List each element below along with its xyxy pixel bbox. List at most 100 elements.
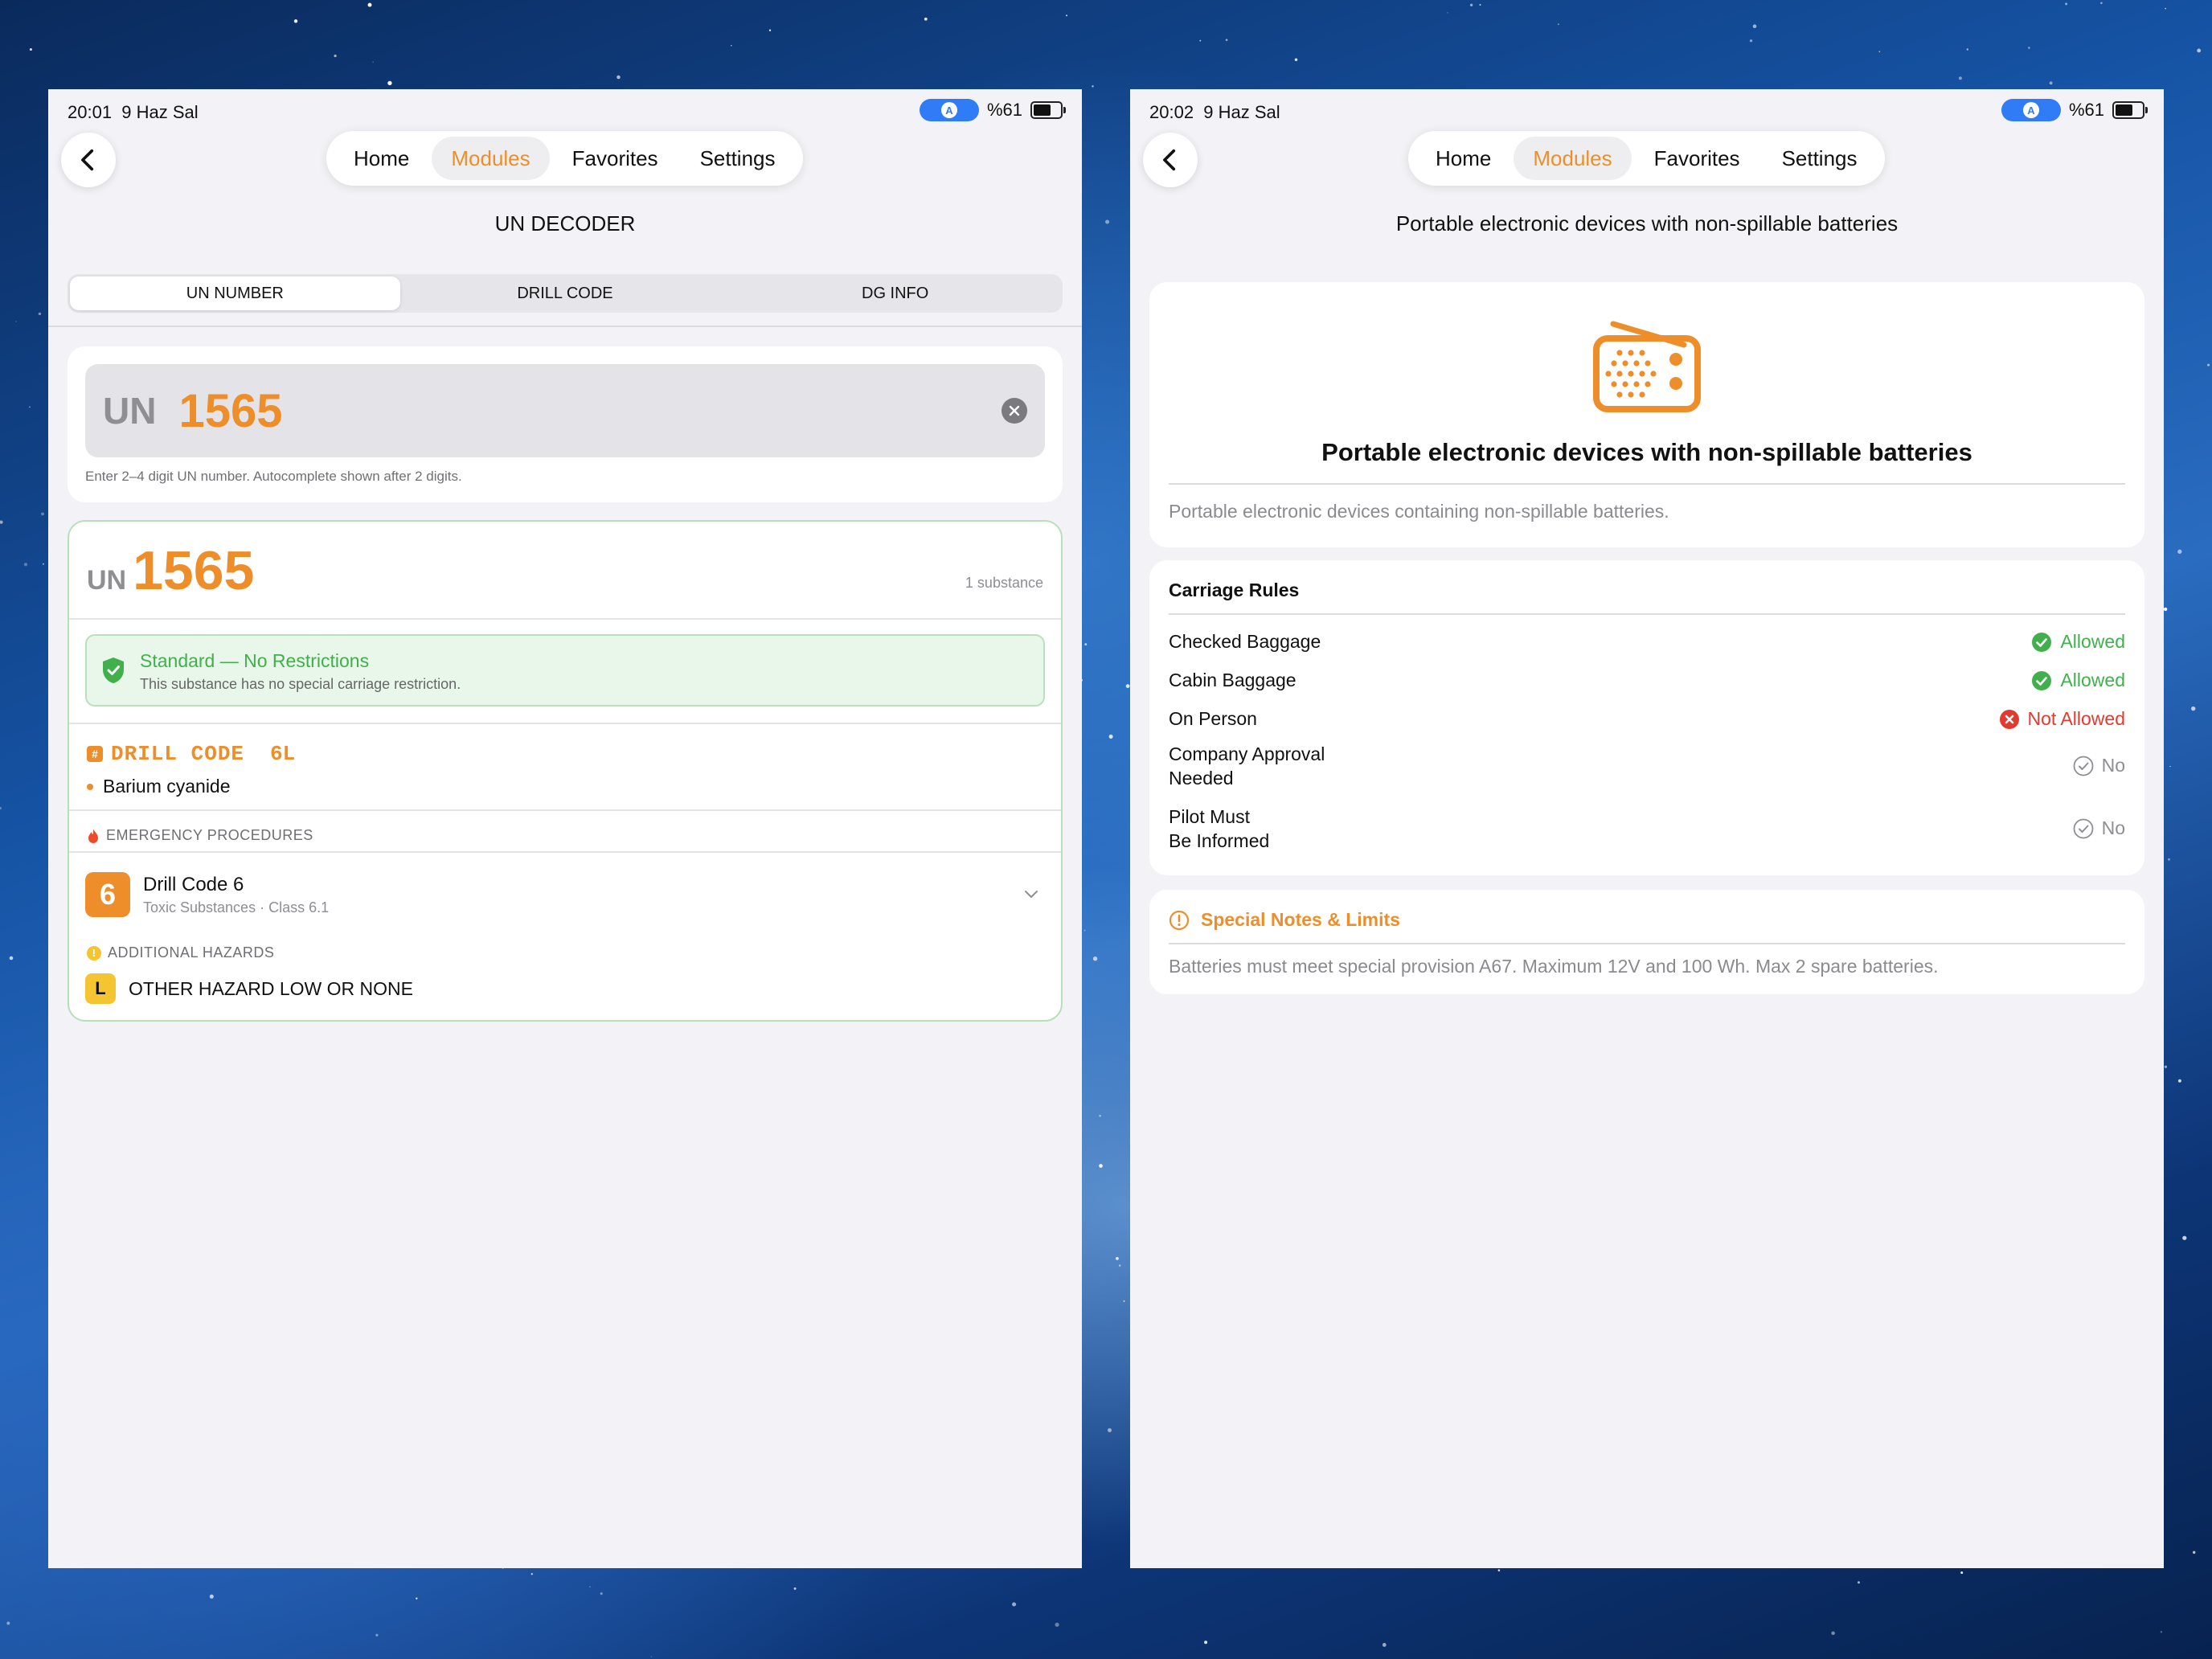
rule-status: No: [2073, 817, 2125, 839]
location-icon: A: [2001, 99, 2061, 121]
special-notes-card: Special Notes & Limits Batteries must me…: [1149, 890, 2144, 994]
status-banner: Standard — No Restrictions This substanc…: [85, 634, 1045, 707]
additional-hazards-label: ADDITIONAL HAZARDS: [108, 944, 275, 961]
device-description: Portable electronic devices containing n…: [1169, 501, 1669, 522]
result-un-prefix: UN: [87, 565, 127, 596]
chevron-left-icon: [1163, 149, 1176, 171]
alert-circle-icon: [1169, 910, 1190, 930]
un-input-value: 1565: [178, 384, 283, 437]
rule-label: Checked Baggage: [1169, 631, 1321, 652]
emergency-procedures-header: EMERGENCY PROCEDURES: [87, 827, 313, 844]
segment-un-number[interactable]: UN NUMBER: [70, 276, 400, 310]
hazard-text: OTHER HAZARD LOW OR NONE: [129, 977, 413, 999]
divider: [69, 851, 1061, 853]
top-nav: Home Modules Favorites Settings: [1408, 131, 1885, 186]
location-icon: A: [919, 99, 979, 121]
check-circle-outline-icon: [2073, 756, 2093, 776]
status-title: Standard — No Restrictions: [140, 650, 370, 671]
result-header: UN 1565: [87, 539, 254, 602]
battery-icon: [1030, 101, 1066, 119]
status-bar: 20:02 9 Haz Sal A %61: [1149, 99, 2148, 123]
battery-percent: %61: [2068, 100, 2104, 120]
drill-code-badge: 6: [85, 872, 130, 917]
x-circle-icon: [1999, 709, 2019, 729]
hazard-badge: L: [85, 973, 116, 1004]
rule-label: Cabin Baggage: [1169, 670, 1296, 690]
nav-tab-favorites[interactable]: Favorites: [553, 137, 678, 180]
device-name: Portable electronic devices with non-spi…: [1321, 438, 1972, 466]
status-time: 20:02 9 Haz Sal: [1149, 102, 1280, 122]
divider: [69, 618, 1061, 620]
rule-status-text: Allowed: [2060, 631, 2125, 652]
drill-code-subtitle: Toxic Substances · Class 6.1: [143, 899, 330, 916]
rule-status: Allowed: [2031, 670, 2125, 691]
segment-drill-code[interactable]: DRILL CODE: [400, 276, 731, 310]
divider: [1169, 613, 2125, 615]
result-un-number: 1565: [133, 540, 255, 601]
un-prefix-label: UN: [103, 390, 157, 432]
status-description: This substance has no special carriage r…: [140, 676, 461, 692]
substance-count: 1 substance: [965, 575, 1043, 591]
hazard-item: L OTHER HAZARD LOW OR NONE: [85, 973, 413, 1004]
device-card: Portable electronic devices with non-spi…: [1149, 282, 2144, 547]
check-circle-outline-icon: [2073, 818, 2093, 838]
nav-tab-home[interactable]: Home: [334, 137, 428, 180]
battery-icon: [2112, 101, 2148, 119]
special-notes-heading: Special Notes & Limits: [1201, 909, 1400, 930]
shield-check-icon: [103, 657, 124, 683]
rule-status-text: Not Allowed: [2027, 708, 2125, 729]
drill-code-title: Drill Code 6: [143, 874, 244, 895]
un-number-input[interactable]: UN 1565: [85, 364, 1045, 457]
divider: [1169, 943, 2125, 944]
hash-icon: #: [87, 746, 103, 762]
result-card: UN 1565 1 substance Standard — No Restri…: [68, 520, 1063, 1022]
segment-dg-info[interactable]: DG INFO: [730, 276, 1060, 310]
bullet-icon: [87, 783, 93, 790]
drill-code-label: DRILL CODE: [111, 742, 245, 766]
status-time: 20:01 9 Haz Sal: [68, 102, 199, 122]
rule-label: Company Approval Needed: [1169, 743, 1325, 789]
divider: [1169, 483, 2125, 485]
battery-percent: %61: [986, 100, 1022, 120]
substance-item: Barium cyanide: [87, 776, 231, 797]
substance-name: Barium cyanide: [103, 776, 231, 797]
chevron-down-icon: [1025, 891, 1038, 898]
nav-tab-home[interactable]: Home: [1416, 137, 1510, 180]
status-bar: 20:01 9 Haz Sal A %61: [68, 99, 1066, 123]
back-button[interactable]: [61, 133, 116, 187]
carriage-rules-heading: Carriage Rules: [1169, 580, 1300, 600]
carriage-rules-card: Carriage Rules Checked Baggage Allowed C…: [1149, 560, 2144, 875]
clear-icon[interactable]: [1002, 398, 1027, 424]
warning-icon: !: [87, 945, 101, 961]
right-screen: 20:02 9 Haz Sal A %61 Home Modules Favor…: [1130, 89, 2164, 1568]
drill-code-row: # DRILL CODE 6L: [87, 742, 295, 766]
emergency-procedures-label: EMERGENCY PROCEDURES: [106, 827, 313, 843]
back-button[interactable]: [1143, 133, 1198, 187]
top-nav: Home Modules Favorites Settings: [326, 131, 803, 186]
nav-tab-modules[interactable]: Modules: [1514, 137, 1632, 180]
nav-tab-settings[interactable]: Settings: [1763, 137, 1877, 180]
rule-label: Pilot Must Be Informed: [1169, 806, 1270, 851]
nav-tab-modules[interactable]: Modules: [432, 137, 550, 180]
divider: [69, 809, 1061, 811]
rule-status-text: No: [2101, 755, 2125, 776]
rule-status: No: [2073, 755, 2125, 776]
check-circle-icon: [2032, 670, 2052, 690]
flame-icon: [88, 828, 98, 843]
radio-icon: [1593, 321, 1701, 412]
rule-status: Allowed: [2031, 631, 2125, 653]
drill-code-disclosure[interactable]: 6 Drill Code 6 Toxic Substances · Class …: [85, 870, 1045, 919]
left-screen: 20:01 9 Haz Sal A %61 Home Modules Favor…: [48, 89, 1082, 1568]
rule-status: Not Allowed: [1999, 708, 2125, 730]
page-title: Portable electronic devices with non-spi…: [1395, 211, 1899, 236]
rule-status-text: Allowed: [2060, 670, 2125, 690]
additional-hazards-header: ! ADDITIONAL HAZARDS: [87, 944, 274, 961]
nav-tab-favorites[interactable]: Favorites: [1635, 137, 1759, 180]
divider: [69, 723, 1061, 724]
chevron-left-icon: [81, 149, 94, 171]
un-input-card: UN 1565 Enter 2–4 digit UN number. Autoc…: [68, 346, 1063, 502]
page-title: UN DECODER: [494, 211, 636, 236]
rule-status-text: No: [2101, 817, 2125, 838]
nav-tab-settings[interactable]: Settings: [681, 137, 795, 180]
segmented-control: UN NUMBER DRILL CODE DG INFO: [68, 274, 1063, 313]
